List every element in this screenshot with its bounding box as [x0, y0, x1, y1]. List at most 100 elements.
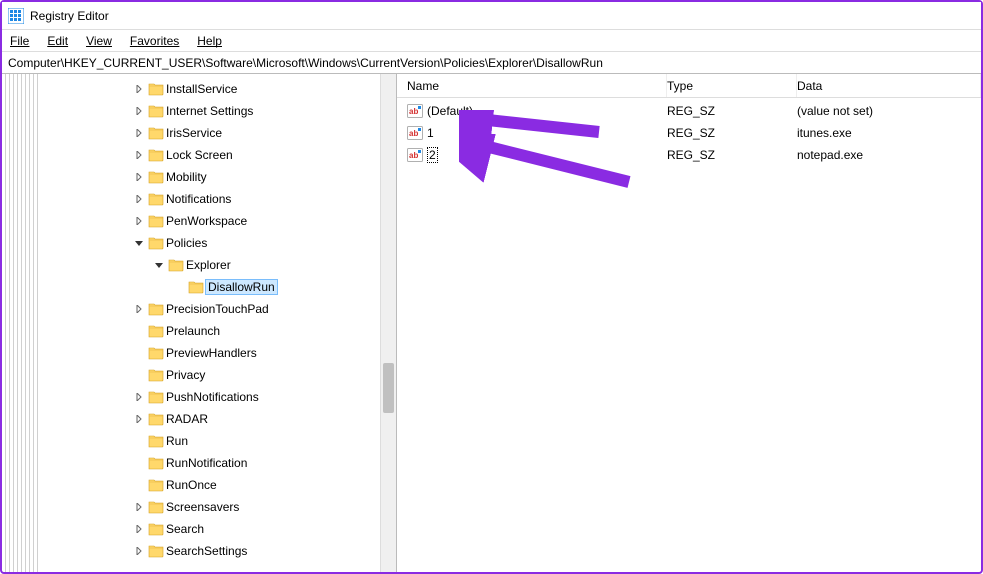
folder-icon — [148, 213, 164, 229]
chevron-down-icon[interactable] — [132, 236, 146, 250]
value-type: REG_SZ — [667, 104, 797, 118]
folder-icon — [148, 389, 164, 405]
tree-item[interactable]: PrecisionTouchPad — [38, 298, 396, 320]
expander-empty — [132, 456, 146, 470]
svg-text:ab: ab — [409, 129, 418, 138]
chevron-right-icon[interactable] — [132, 170, 146, 184]
folder-icon — [148, 323, 164, 339]
col-header-data[interactable]: Data — [797, 74, 981, 97]
string-value-icon: ab — [407, 125, 423, 141]
col-header-type[interactable]: Type — [667, 74, 797, 97]
chevron-right-icon[interactable] — [132, 412, 146, 426]
tree-item[interactable]: PenWorkspace — [38, 210, 396, 232]
value-row[interactable]: ab2REG_SZnotepad.exe — [397, 144, 981, 166]
tree-item[interactable]: Policies — [38, 232, 396, 254]
menu-help[interactable]: Help — [197, 34, 222, 48]
chevron-right-icon[interactable] — [132, 104, 146, 118]
tree-item[interactable]: Mobility — [38, 166, 396, 188]
tree-item-label: InstallService — [166, 82, 237, 96]
tree-item-label: Run — [166, 434, 188, 448]
folder-icon — [148, 147, 164, 163]
tree-item-label: Internet Settings — [166, 104, 253, 118]
tree-item[interactable]: PushNotifications — [38, 386, 396, 408]
tree-item-label: Screensavers — [166, 500, 239, 514]
chevron-right-icon[interactable] — [132, 500, 146, 514]
address-bar[interactable]: Computer\HKEY_CURRENT_USER\Software\Micr… — [2, 52, 981, 74]
folder-icon — [148, 345, 164, 361]
tree-item[interactable]: PreviewHandlers — [38, 342, 396, 364]
menu-favorites[interactable]: Favorites — [130, 34, 179, 48]
tree-item-label: Prelaunch — [166, 324, 220, 338]
tree-item[interactable]: RunNotification — [38, 452, 396, 474]
chevron-right-icon[interactable] — [132, 302, 146, 316]
expander-empty — [132, 368, 146, 382]
svg-text:ab: ab — [409, 151, 418, 160]
folder-icon — [148, 191, 164, 207]
folder-icon — [148, 411, 164, 427]
tree-item[interactable]: SearchSettings — [38, 540, 396, 562]
tree-item-label: SearchSettings — [166, 544, 247, 558]
app-icon — [8, 8, 24, 24]
tree-item[interactable]: Lock Screen — [38, 144, 396, 166]
menu-file[interactable]: File — [10, 34, 29, 48]
tree-item[interactable]: Search — [38, 518, 396, 540]
tree-item-label: PreviewHandlers — [166, 346, 257, 360]
list-header: Name Type Data — [397, 74, 981, 98]
chevron-right-icon[interactable] — [132, 82, 146, 96]
tree-item[interactable]: Prelaunch — [38, 320, 396, 342]
tree-item-label: Mobility — [166, 170, 207, 184]
string-value-icon: ab — [407, 147, 423, 163]
menubar: File Edit View Favorites Help — [2, 30, 981, 52]
tree-item[interactable]: RADAR — [38, 408, 396, 430]
folder-icon — [148, 433, 164, 449]
tree-list[interactable]: InstallService Internet Settings IrisServi… — [38, 74, 396, 572]
folder-icon — [148, 81, 164, 97]
menu-view[interactable]: View — [86, 34, 112, 48]
chevron-right-icon[interactable] — [132, 544, 146, 558]
tree-item[interactable]: Privacy — [38, 364, 396, 386]
tree-scrollbar[interactable] — [380, 74, 396, 572]
folder-icon — [148, 499, 164, 515]
col-header-name[interactable]: Name — [397, 74, 667, 97]
chevron-right-icon[interactable] — [132, 192, 146, 206]
expander-empty — [132, 478, 146, 492]
folder-icon — [148, 543, 164, 559]
tree-item[interactable]: IrisService — [38, 122, 396, 144]
chevron-right-icon[interactable] — [132, 214, 146, 228]
tree-item[interactable]: Explorer — [38, 254, 396, 276]
tree-item[interactable]: DisallowRun — [38, 276, 396, 298]
tree-item[interactable]: Internet Settings — [38, 100, 396, 122]
tree-item-label: Lock Screen — [166, 148, 233, 162]
expander-empty — [132, 324, 146, 338]
chevron-down-icon[interactable] — [152, 258, 166, 272]
address-text: Computer\HKEY_CURRENT_USER\Software\Micr… — [8, 56, 603, 70]
tree-item[interactable]: Run — [38, 430, 396, 452]
value-type: REG_SZ — [667, 126, 797, 140]
titlebar: Registry Editor — [2, 2, 981, 30]
chevron-right-icon[interactable] — [132, 148, 146, 162]
chevron-right-icon[interactable] — [132, 390, 146, 404]
value-row[interactable]: ab(Default)REG_SZ(value not set) — [397, 100, 981, 122]
tree-item-label: PrecisionTouchPad — [166, 302, 269, 316]
window-title: Registry Editor — [30, 9, 109, 23]
tree-item[interactable]: RunOnce — [38, 474, 396, 496]
tree-item-label: PushNotifications — [166, 390, 259, 404]
tree-item[interactable]: InstallService — [38, 78, 396, 100]
string-value-icon: ab — [407, 103, 423, 119]
tree-item[interactable]: Screensavers — [38, 496, 396, 518]
chevron-right-icon[interactable] — [132, 126, 146, 140]
tree-scroll-thumb[interactable] — [383, 363, 394, 413]
tree-item-label: PenWorkspace — [166, 214, 247, 228]
value-row[interactable]: ab1REG_SZitunes.exe — [397, 122, 981, 144]
chevron-right-icon[interactable] — [132, 522, 146, 536]
folder-icon — [148, 235, 164, 251]
tree-item-label: Explorer — [186, 258, 231, 272]
folder-icon — [148, 301, 164, 317]
folder-icon — [148, 125, 164, 141]
svg-text:ab: ab — [409, 107, 418, 116]
tree-item-label: Privacy — [166, 368, 205, 382]
tree-item[interactable]: Notifications — [38, 188, 396, 210]
menu-edit[interactable]: Edit — [47, 34, 68, 48]
list-body: ab(Default)REG_SZ(value not set)ab1REG_S… — [397, 98, 981, 166]
value-data: (value not set) — [797, 104, 981, 118]
